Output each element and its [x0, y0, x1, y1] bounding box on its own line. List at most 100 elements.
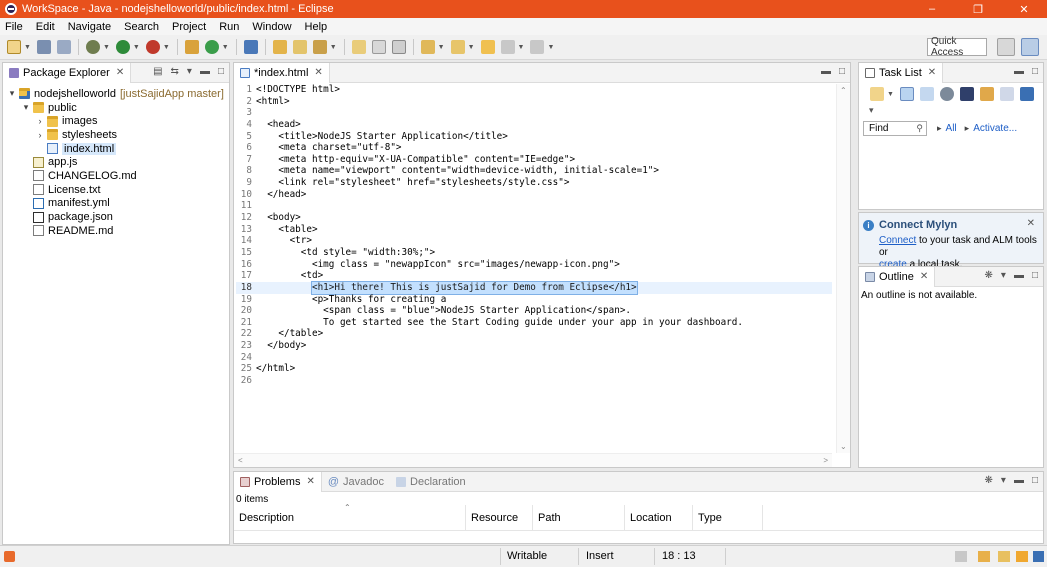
tree-item[interactable]: License.txt — [7, 183, 229, 197]
tree-item[interactable]: package.json — [7, 210, 229, 224]
tips-icon[interactable] — [1016, 551, 1028, 562]
code-line[interactable]: 4 <head> — [236, 119, 832, 131]
tree-item[interactable]: ▾ nodejshelloworld [justSajidApp master] — [7, 87, 229, 101]
tab-index-html[interactable]: *index.html ✕ — [234, 62, 330, 83]
minimize-view-icon[interactable]: ▬ — [1014, 270, 1024, 281]
menu-help[interactable]: Help — [305, 21, 328, 33]
minimize-view-icon[interactable]: ▬ — [1014, 66, 1024, 77]
close-icon[interactable]: ✕ — [314, 67, 322, 78]
vertical-scrollbar[interactable]: ⌃ ⌄ — [836, 84, 850, 453]
column-description[interactable]: Description ⌃ — [234, 503, 466, 531]
horizontal-scrollbar[interactable]: < > — [234, 453, 832, 467]
view-menu-icon[interactable]: ▾ — [1001, 475, 1006, 486]
debug-dropdown-icon[interactable]: ▼ — [103, 44, 110, 51]
focus-icon[interactable]: ❋ — [985, 475, 993, 486]
scroll-up-icon[interactable]: ⌃ — [840, 86, 847, 95]
external-tools-dropdown-icon[interactable]: ▼ — [163, 44, 170, 51]
tab-problems[interactable]: Problems ✕ — [234, 471, 322, 492]
code-line[interactable]: 22 </table> — [236, 328, 832, 340]
book-icon[interactable] — [978, 551, 990, 562]
block-selection-icon[interactable] — [371, 40, 386, 54]
external-tools-icon[interactable] — [145, 40, 160, 54]
tab-outline[interactable]: Outline ✕ — [859, 266, 936, 287]
help-icon[interactable] — [1033, 551, 1044, 562]
code-line[interactable]: 17 <td> — [236, 270, 832, 282]
hide-completed-icon[interactable] — [959, 87, 974, 101]
new-java-package-icon[interactable] — [184, 40, 199, 54]
view-menu-icon[interactable]: ▾ — [859, 105, 1043, 119]
tree-item[interactable]: README.md — [7, 224, 229, 238]
debug-icon[interactable] — [85, 40, 100, 54]
expand-toggle-icon[interactable]: ▾ — [7, 88, 17, 99]
all-link[interactable]: All — [946, 123, 957, 134]
activate-link[interactable]: Activate... — [973, 123, 1017, 134]
maximize-button[interactable]: ❐ — [955, 0, 1001, 18]
open-perspective-icon[interactable] — [997, 38, 1015, 56]
code-line[interactable]: 23 </body> — [236, 340, 832, 352]
menu-run[interactable]: Run — [219, 21, 239, 33]
column-path[interactable]: Path — [533, 504, 625, 531]
tree-item[interactable]: app.js — [7, 155, 229, 169]
code-line[interactable]: 9 <link rel="stylesheet" href="styleshee… — [236, 177, 832, 189]
scroll-right-icon[interactable]: > — [823, 456, 828, 465]
save-all-icon[interactable] — [56, 40, 71, 54]
previous-annotation-dropdown-icon[interactable]: ▼ — [468, 44, 475, 51]
code-line[interactable]: 16 <img class = "newappIcon" src="images… — [236, 259, 832, 271]
code-line[interactable]: 6 <meta charset="utf-8"> — [236, 142, 832, 154]
new-icon[interactable] — [7, 40, 21, 54]
back-icon[interactable] — [500, 40, 515, 54]
close-icon[interactable]: ✕ — [1027, 218, 1035, 229]
notification-icon[interactable] — [955, 551, 967, 562]
synchronize-icon[interactable] — [979, 87, 994, 101]
run-dropdown-icon[interactable]: ▼ — [133, 44, 140, 51]
code-line[interactable]: 8 <meta name="viewport" content="width=d… — [236, 165, 832, 177]
connect-link[interactable]: Connect — [879, 235, 916, 246]
last-edit-location-icon[interactable] — [480, 40, 495, 54]
code-line[interactable]: 12 <body> — [236, 212, 832, 224]
collapse-all-icon[interactable] — [999, 87, 1014, 101]
close-icon[interactable]: ✕ — [306, 476, 314, 487]
focus-on-workweek-icon[interactable] — [939, 87, 954, 101]
search-dropdown-icon[interactable]: ▼ — [330, 44, 337, 51]
scheduled-icon[interactable] — [919, 87, 934, 101]
code-line[interactable]: 14 <tr> — [236, 235, 832, 247]
code-line[interactable]: 1 <!DOCTYPE html> — [236, 84, 832, 96]
focus-icon[interactable]: ❋ — [985, 270, 993, 281]
forward-dropdown-icon[interactable]: ▼ — [547, 44, 554, 51]
code-line[interactable]: 21 To get started see the Start Coding g… — [236, 317, 832, 329]
view-menu-icon[interactable]: ▾ — [1001, 270, 1006, 281]
back-dropdown-icon[interactable]: ▼ — [518, 44, 525, 51]
code-line[interactable]: 2 <html> — [236, 96, 832, 108]
code-line[interactable]: 13 <table> — [236, 224, 832, 236]
forward-icon[interactable] — [530, 40, 545, 54]
minimize-view-icon[interactable]: ▬ — [1014, 475, 1024, 486]
java-perspective-icon[interactable] — [1021, 38, 1039, 56]
tree-item[interactable]: CHANGELOG.md — [7, 169, 229, 183]
code-line[interactable]: 5 <title>NodeJS Starter Application</tit… — [236, 131, 832, 143]
close-window-button[interactable]: ✕ — [1001, 0, 1047, 18]
maximize-view-icon[interactable]: □ — [1032, 270, 1038, 281]
scroll-left-icon[interactable]: < — [238, 456, 243, 465]
code-line[interactable]: 11 — [236, 200, 832, 212]
tree-item[interactable]: ▾ public — [7, 101, 229, 115]
find-input[interactable]: Find ⚲ — [863, 120, 927, 136]
menu-window[interactable]: Window — [252, 21, 291, 33]
tab-declaration[interactable]: Declaration — [390, 472, 472, 492]
run-icon[interactable] — [115, 40, 130, 54]
column-location[interactable]: Location — [625, 504, 693, 531]
close-icon[interactable]: ✕ — [920, 271, 928, 282]
code-line[interactable]: 24 — [236, 352, 832, 364]
menu-edit[interactable]: Edit — [36, 21, 55, 33]
tree-item[interactable]: manifest.yml — [7, 197, 229, 211]
previous-annotation-icon[interactable] — [450, 40, 465, 54]
code-line[interactable]: 18 <h1>Hi there! This is justSajid for D… — [236, 280, 832, 295]
open-folder-icon[interactable] — [292, 40, 307, 54]
categorized-icon[interactable] — [899, 87, 914, 101]
next-annotation-dropdown-icon[interactable]: ▼ — [438, 44, 445, 51]
menu-file[interactable]: File — [5, 21, 23, 33]
show-whitespace-icon[interactable] — [391, 40, 406, 54]
close-icon[interactable]: ✕ — [116, 67, 124, 78]
new-task-dropdown-icon[interactable]: ▼ — [887, 91, 894, 98]
task-repositories-icon[interactable] — [1019, 87, 1034, 101]
search-icon[interactable] — [312, 40, 327, 54]
